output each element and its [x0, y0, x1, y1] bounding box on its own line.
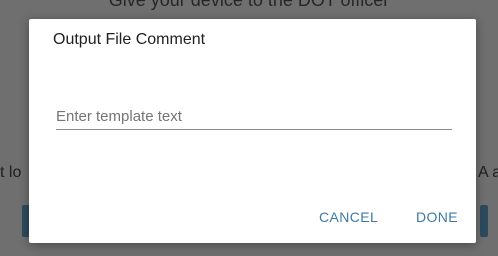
done-button[interactable]: DONE — [416, 209, 458, 225]
output-file-comment-dialog: Output File Comment CANCEL DONE — [29, 19, 476, 243]
cancel-button[interactable]: CANCEL — [319, 209, 378, 225]
dialog-title: Output File Comment — [53, 31, 206, 48]
background-instruction-text: Give your device to the DOT officer — [108, 0, 390, 10]
background-right-button — [480, 205, 488, 237]
background-right-text: A a — [478, 164, 498, 181]
template-text-input[interactable] — [56, 103, 452, 130]
background-left-text: t lo — [0, 164, 22, 181]
